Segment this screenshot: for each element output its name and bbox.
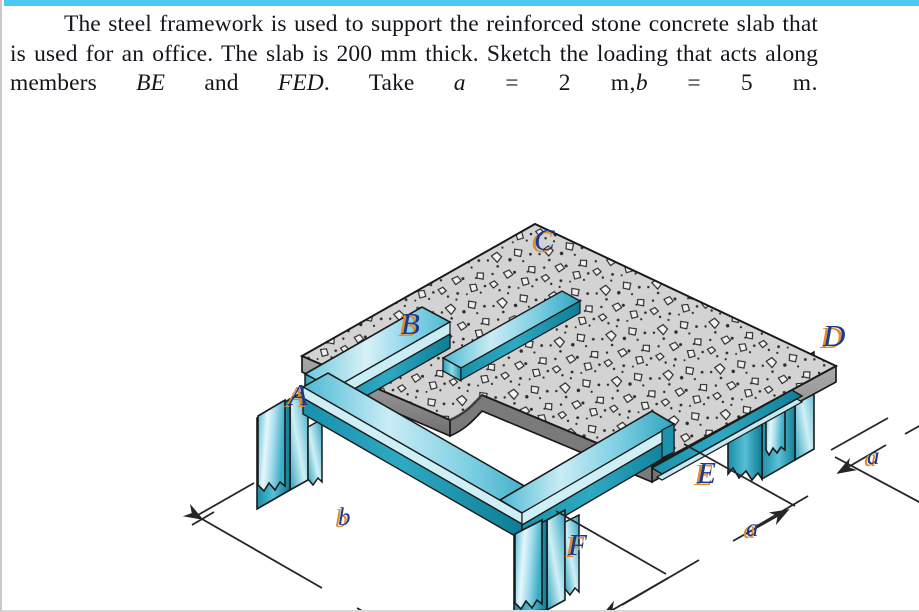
label-dim-a-FE: a xyxy=(746,515,759,542)
statement-text-2: and xyxy=(165,70,278,96)
statement-text-3: . Take xyxy=(323,70,454,96)
problem-statement: The steel framework is used to support t… xyxy=(10,10,818,128)
framework-diagram: A A B B C C D D E E F F b b a a a a xyxy=(182,222,919,610)
member-be: BE xyxy=(136,70,166,96)
variable-a: a xyxy=(453,70,466,96)
value-a: = 2 m, xyxy=(465,70,636,96)
label-dim-a-ED: a xyxy=(867,443,880,470)
ext-line-b-1 xyxy=(197,482,255,516)
statement-paragraph: The steel framework is used to support t… xyxy=(10,10,818,128)
variable-b: b xyxy=(635,70,648,96)
value-b: = 5 m. xyxy=(647,70,818,96)
dim-line-a1-far xyxy=(756,495,809,527)
label-B: B xyxy=(401,306,420,341)
dim-line-b-right xyxy=(356,607,363,610)
dim-line-a1-upper xyxy=(732,509,790,542)
witness-a2-edge xyxy=(904,425,919,435)
label-A: A xyxy=(287,377,309,412)
dim-line-a2-seg1 xyxy=(796,469,848,499)
dim-line-a1-lower xyxy=(600,577,669,610)
label-F: F xyxy=(567,527,588,562)
dim-line-b-left xyxy=(182,503,323,589)
dimension-a-FE xyxy=(600,495,809,610)
label-dim-b: b xyxy=(338,504,351,531)
label-D: D xyxy=(822,318,845,353)
label-E: E xyxy=(696,455,716,490)
framework-figure: A A B B C C D D E E F F b b a a a a xyxy=(2,168,919,610)
member-fed: FED xyxy=(277,70,324,96)
ext-line-D-lower xyxy=(840,468,919,513)
accent-top-bar xyxy=(4,0,919,6)
label-C: C xyxy=(534,222,555,257)
problem-page: The steel framework is used to support t… xyxy=(0,0,919,612)
